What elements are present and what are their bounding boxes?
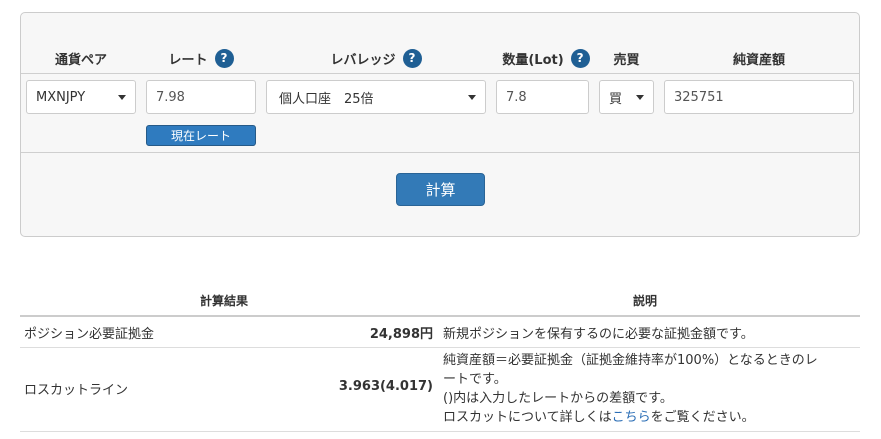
header-leverage: レバレッジ ? — [266, 48, 486, 68]
table-row: ロスカットライン 3.963(4.017) 純資産額＝必要証拠金（証拠金維持率が… — [20, 348, 860, 432]
table-row: ポジション必要証拠金 24,898円 新規ポジションを保有するのに必要な証拠金額… — [20, 317, 860, 348]
description-line: 純資産額＝必要証拠金（証拠金維持率が100%）となるときのレ — [443, 353, 818, 368]
link-prefix: ロスカットについて詳しくは — [443, 410, 612, 425]
row-description: 新規ポジションを保有するのに必要な証拠金額です。 — [443, 327, 754, 342]
side-select[interactable]: 買 — [599, 80, 654, 114]
losscut-details-link[interactable]: こちら — [612, 410, 651, 425]
equity-input[interactable]: 325751 — [664, 80, 854, 114]
chevron-down-icon — [468, 94, 476, 100]
chevron-down-icon — [118, 94, 126, 100]
header-rate-label: レート — [168, 52, 208, 68]
calculator-panel: 通貨ペア レート ? レバレッジ ? 数量(Lot) ? 売買 純資産額 MXN… — [20, 12, 860, 237]
calculate-button[interactable]: 計算 — [396, 173, 485, 206]
header-quantity: 数量(Lot) ? — [496, 48, 596, 68]
row-label: ポジション必要証拠金 — [24, 327, 155, 342]
currency-pair-value: MXNJPY — [36, 89, 86, 105]
footer-divider — [21, 152, 859, 153]
equity-input-value: 325751 — [674, 89, 724, 105]
results-header-result: 計算結果 — [200, 294, 249, 308]
header-rate: レート ? — [146, 48, 256, 68]
quantity-input[interactable]: 7.8 — [496, 80, 589, 114]
row-label: ロスカットライン — [24, 383, 129, 398]
rate-input[interactable]: 7.98 — [146, 80, 256, 114]
header-quantity-label: 数量(Lot) — [502, 52, 564, 68]
description-line: ートです。 — [443, 372, 507, 387]
chevron-down-icon — [636, 94, 644, 100]
leverage-value: 個人口座 25倍 — [279, 91, 374, 107]
row-value: 24,898円 — [369, 327, 433, 342]
quantity-input-value: 7.8 — [506, 89, 527, 105]
header-equity-label: 純資産額 — [732, 52, 785, 68]
header-side: 売買 — [599, 48, 654, 68]
leverage-select[interactable]: 個人口座 25倍 — [266, 80, 486, 114]
header-currency-pair: 通貨ペア — [41, 48, 121, 68]
description-line: ロスカットについて詳しくはこちらをご覧ください。 — [443, 408, 858, 427]
quantity-help-icon[interactable]: ? — [570, 48, 590, 68]
row-value: 3.963(4.017) — [338, 379, 433, 394]
rate-input-value: 7.98 — [156, 89, 185, 105]
link-suffix: をご覧ください。 — [650, 410, 755, 425]
current-rate-button[interactable]: 現在レート — [146, 125, 256, 146]
side-value: 買 — [609, 91, 623, 107]
header-leverage-label: レバレッジ — [330, 52, 396, 68]
row-description: 純資産額＝必要証拠金（証拠金維持率が100%）となるときのレ ートです。 ()内… — [443, 351, 858, 427]
header-equity: 純資産額 — [664, 48, 854, 68]
header-side-label: 売買 — [613, 52, 640, 68]
currency-pair-select[interactable]: MXNJPY — [26, 80, 136, 114]
rate-help-icon[interactable]: ? — [214, 48, 234, 68]
header-currency-pair-label: 通貨ペア — [54, 52, 107, 68]
leverage-help-icon[interactable]: ? — [402, 48, 422, 68]
results-header-description: 説明 — [633, 294, 658, 308]
header-divider — [21, 73, 859, 74]
description-line: ()内は入力したレートからの差額です。 — [443, 391, 673, 406]
